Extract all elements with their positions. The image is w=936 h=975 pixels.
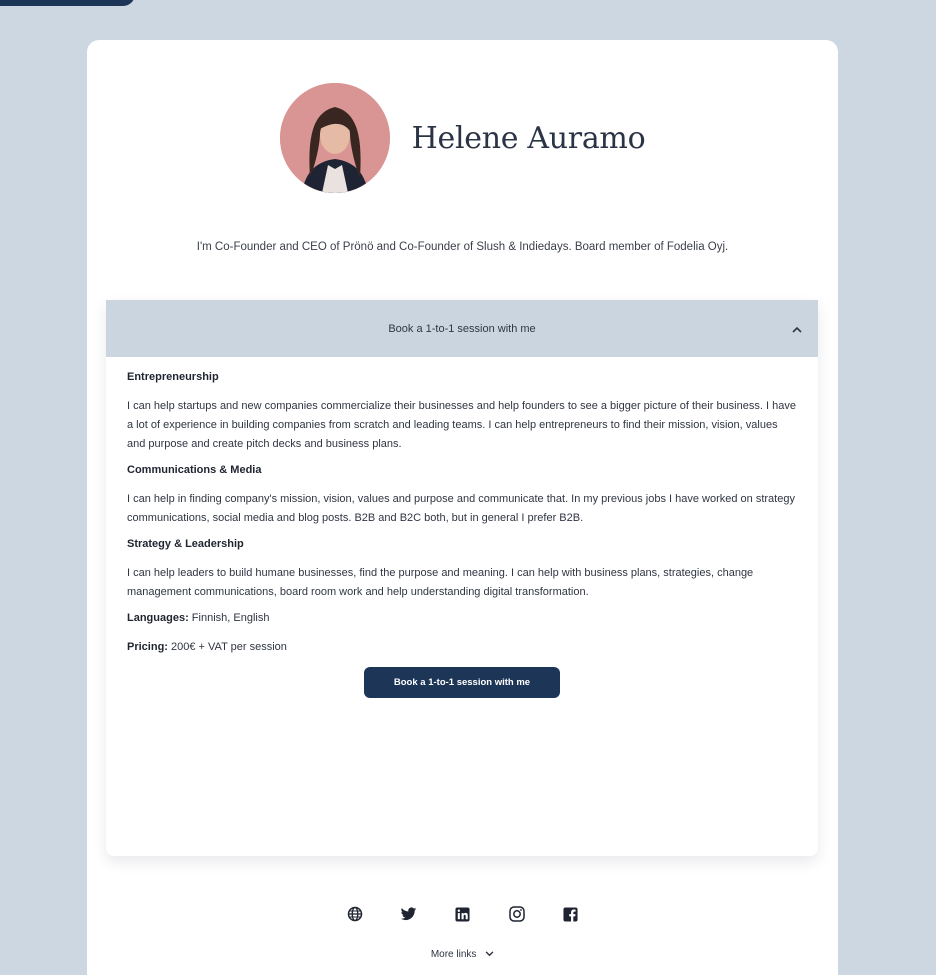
globe-icon[interactable] [345,904,365,924]
profile-header: Helene Auramo [87,83,838,193]
languages-line: Languages: Finnish, English [127,612,797,624]
section-title: Communications & Media [127,464,262,476]
facebook-icon[interactable] [561,904,581,924]
corner-tab [0,0,135,6]
more-links[interactable]: More links [87,949,838,960]
more-links-label: More links [430,949,477,960]
profile-bio: I'm Co-Founder and CEO of Prönö and Co-F… [196,241,729,253]
section-title: Strategy & Leadership [127,538,244,550]
social-links [87,904,838,924]
avatar-portrait [279,83,390,193]
section-strategy: Strategy & Leadership I can help leaders… [127,538,797,602]
pricing-line: Pricing: 200€ + VAT per session [127,641,797,653]
accordion-header[interactable]: Book a 1-to-1 session with me [106,300,818,357]
linkedin-icon[interactable] [453,904,473,924]
chevron-down-icon [482,949,494,960]
instagram-icon[interactable] [507,904,527,924]
avatar [279,83,390,193]
section-text: I can help startups and new companies co… [127,400,796,450]
section-entrepreneurship: Entrepreneurship I can help startups and… [127,371,797,454]
twitter-icon[interactable] [399,904,419,924]
book-session-button[interactable]: Book a 1-to-1 session with me [364,667,560,698]
section-text: I can help in finding company's mission,… [127,493,795,524]
chevron-up-icon[interactable] [792,322,802,336]
profile-card: Helene Auramo I'm Co-Founder and CEO of … [87,40,838,975]
profile-name: Helene Auramo [411,120,646,156]
section-communications: Communications & Media I can help in fin… [127,464,797,528]
section-text: I can help leaders to build humane busin… [127,567,754,598]
languages-label: Languages: [127,612,189,624]
accordion-body: Entrepreneurship I can help startups and… [106,357,818,698]
section-title: Entrepreneurship [127,371,219,383]
booking-accordion: Book a 1-to-1 session with me Entreprene… [106,300,818,856]
languages-value: Finnish, English [191,612,270,624]
pricing-label: Pricing: [127,641,168,653]
accordion-header-label: Book a 1-to-1 session with me [388,322,536,335]
pricing-value: 200€ + VAT per session [171,641,287,653]
